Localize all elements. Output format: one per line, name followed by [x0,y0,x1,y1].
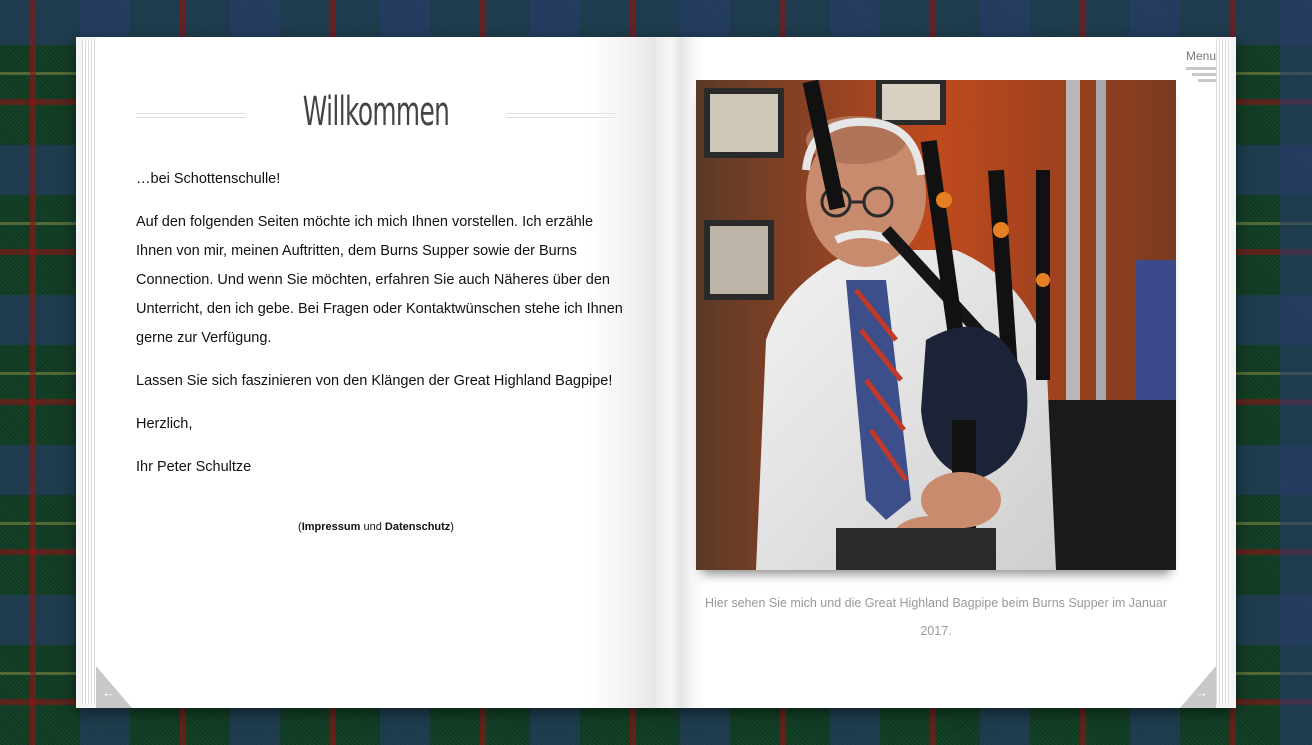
menu-label: Menu [1185,49,1216,63]
bagpiper-photo [696,80,1176,570]
datenschutz-link[interactable]: Datenschutz [385,521,450,533]
page-title: Willkommen [302,89,450,135]
legal-links: (Impressum und Datenschutz) [136,521,616,533]
left-page-edges [82,41,96,704]
title-divider-right [506,113,616,118]
welcome-paragraph: Herzlich, [136,416,193,432]
hamburger-icon[interactable] [1186,67,1216,82]
arrow-right-icon[interactable]: → [1195,685,1208,700]
book: Willkommen …bei Schottenschulle! Auf den… [76,37,1236,708]
legal-and: und [363,521,382,533]
welcome-text: …bei Schottenschulle! Auf den folgenden … [136,165,626,496]
impressum-link[interactable]: Impressum [302,521,361,533]
right-page-edges [1216,41,1230,704]
arrow-left-icon[interactable]: ← [102,685,115,700]
legal-close-paren: ) [450,521,454,533]
welcome-paragraph: Lassen Sie sich faszinieren von den Klän… [136,373,613,389]
left-page: Willkommen …bei Schottenschulle! Auf den… [96,37,656,708]
photo-caption: Hier sehen Sie mich und die Great Highla… [704,596,1168,638]
welcome-paragraph: Auf den folgenden Seiten möchte ich mich… [136,214,623,346]
signature: Ihr Peter Schultze [136,459,252,475]
welcome-paragraph: …bei Schottenschulle! [136,171,281,187]
bagpiper-photo-illustration [696,80,1176,570]
title-row: Willkommen [136,77,616,147]
right-page: Menu Hier sehen Sie mich und die Great H… [696,37,1216,708]
menu-button[interactable]: Menu [1182,49,1216,85]
